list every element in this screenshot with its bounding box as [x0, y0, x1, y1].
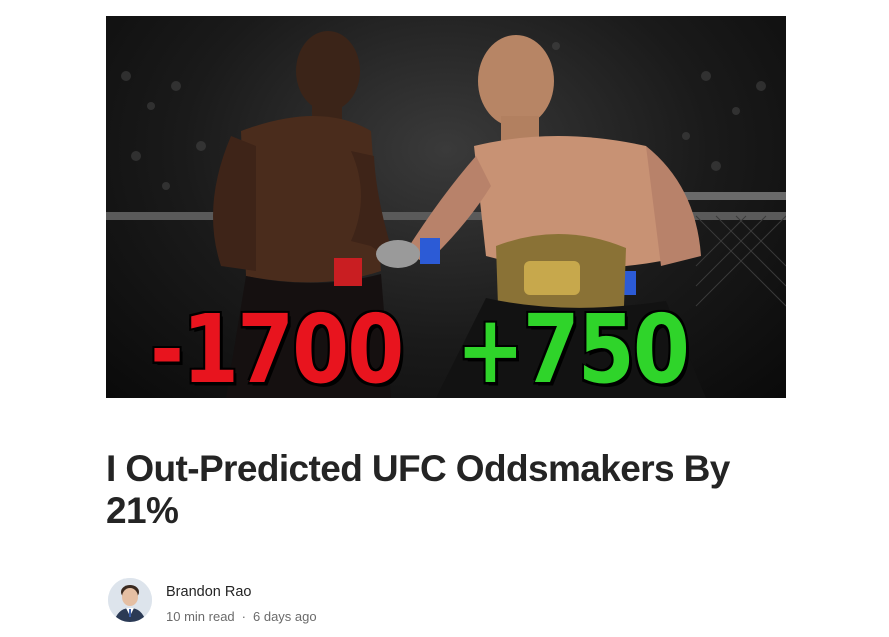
author-avatar[interactable] — [108, 578, 152, 622]
meta-separator: · — [241, 609, 246, 624]
underdog-odds: +750 — [456, 295, 690, 398]
article-title[interactable]: I Out-Predicted UFC Oddsmakers By 21% — [106, 448, 806, 532]
hero-image[interactable]: -1700 +750 — [106, 16, 786, 398]
read-time: 10 min read — [166, 609, 235, 624]
favorite-odds: -1700 — [150, 295, 404, 398]
published-date: 6 days ago — [253, 609, 317, 624]
avatar-portrait — [108, 578, 152, 622]
article-meta: 10 min read · 6 days ago — [166, 609, 317, 624]
author-name[interactable]: Brandon Rao — [166, 584, 251, 600]
